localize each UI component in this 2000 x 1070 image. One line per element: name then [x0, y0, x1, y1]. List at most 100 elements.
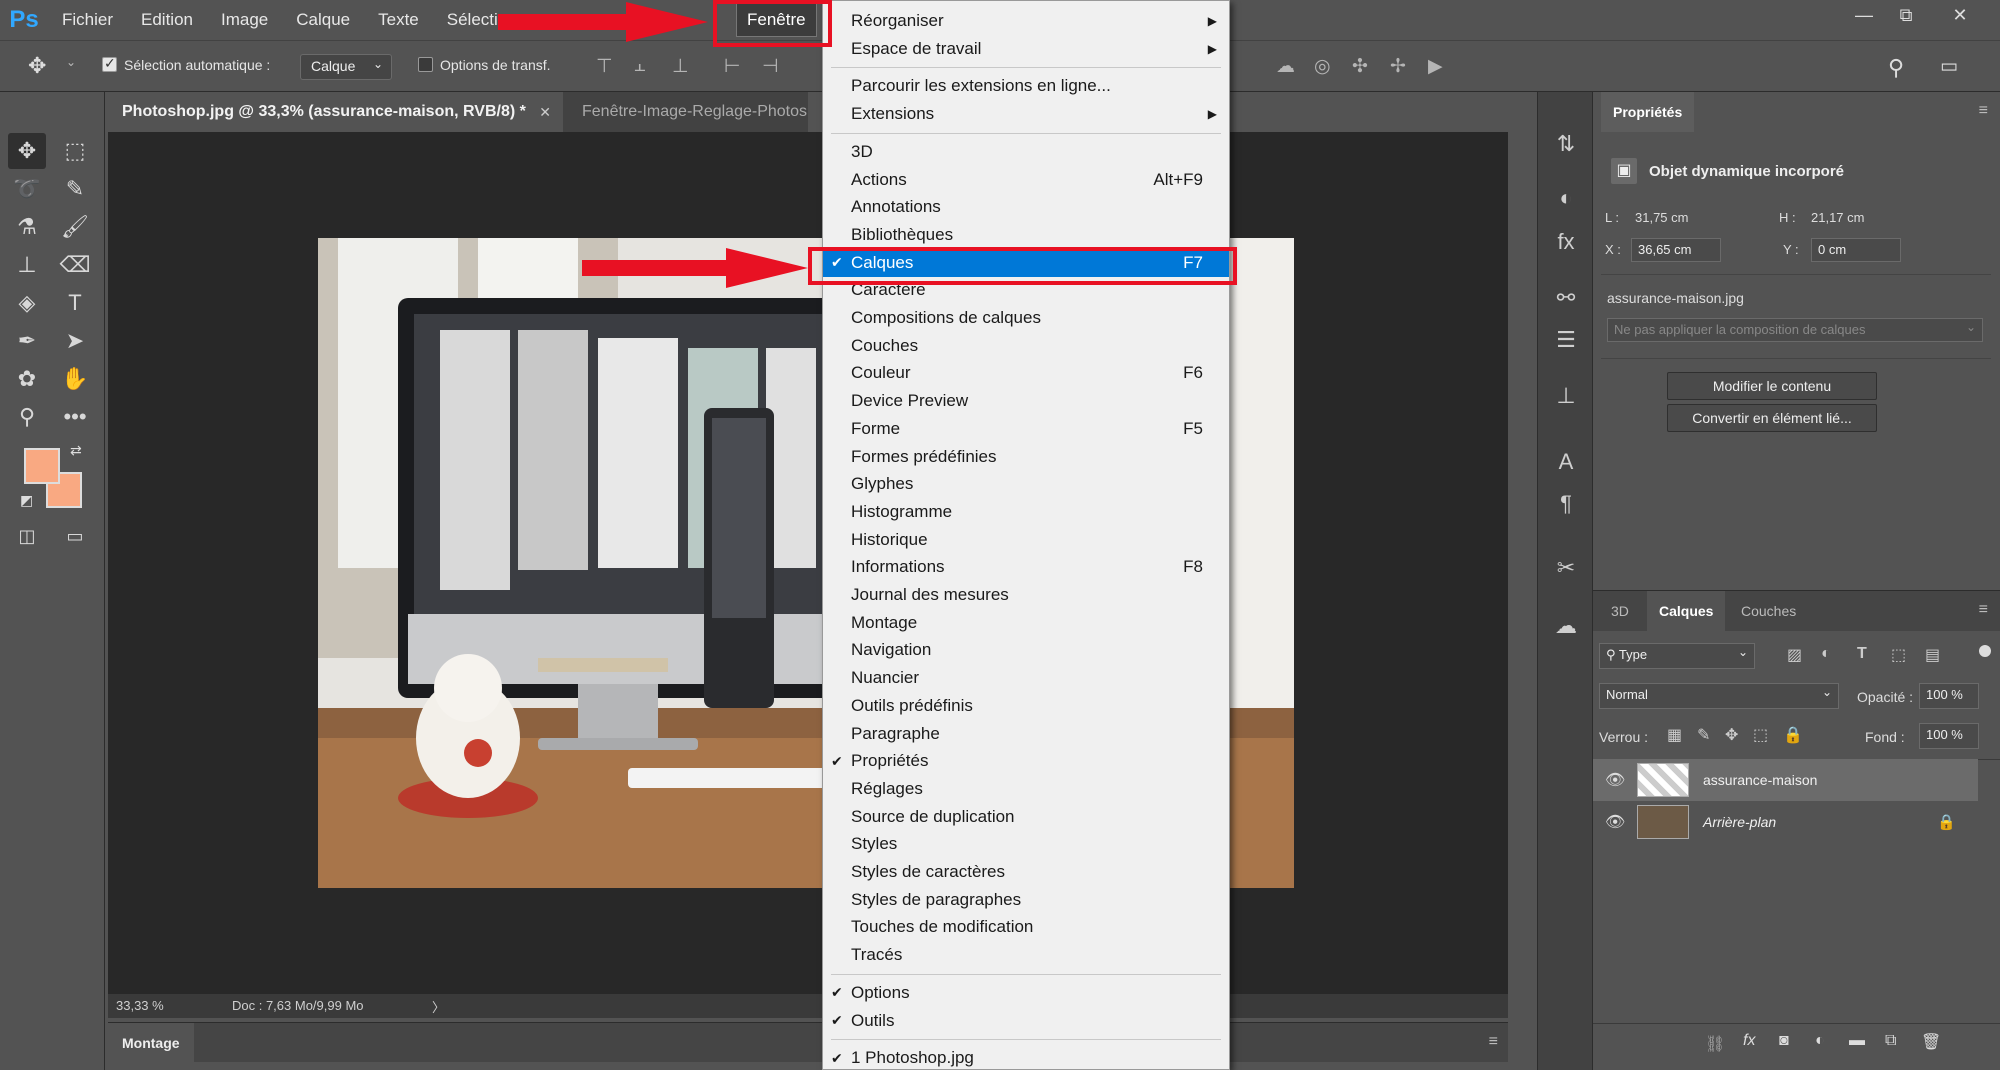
edit-contents-button[interactable]: Modifier le contenu	[1667, 372, 1877, 400]
properties-icon[interactable]: ☰	[1552, 326, 1580, 354]
menu-item-biblioth-ques[interactable]: Bibliothèques	[823, 221, 1229, 249]
character-icon[interactable]: A	[1552, 448, 1580, 476]
menu-item-outils-pr-d-finis[interactable]: Outils prédéfinis	[823, 692, 1229, 720]
lock-pixels-icon[interactable]: ✎	[1697, 725, 1710, 745]
auto-select-dropdown[interactable]: Calque ⌄	[300, 54, 392, 80]
paragraph-icon[interactable]: ¶	[1552, 490, 1580, 518]
link-layers-icon[interactable]: ⛓	[1705, 1034, 1725, 1054]
menu-item-1-photoshop-jpg[interactable]: ✔ 1 Photoshop.jpg	[823, 1044, 1229, 1069]
auto-select-checkbox[interactable]	[102, 55, 117, 72]
styles-icon[interactable]: fx	[1552, 228, 1580, 256]
type-tool-icon[interactable]: T	[56, 285, 94, 321]
panel-menu-icon[interactable]: ≡	[1979, 102, 1988, 120]
new-layer-icon[interactable]: ⧉	[1885, 1032, 1896, 1050]
quick-select-tool-icon[interactable]: ✎	[56, 171, 94, 207]
menu-item-histogramme[interactable]: Histogramme	[823, 498, 1229, 526]
visibility-eye-icon[interactable]: 👁	[1605, 770, 1625, 790]
menu-item-device-preview[interactable]: Device Preview	[823, 387, 1229, 415]
new-group-icon[interactable]: ▬	[1849, 1032, 1865, 1050]
layer-row-assurance-maison[interactable]: 👁 assurance-maison	[1593, 759, 1978, 801]
menu-item-historique[interactable]: Historique	[823, 526, 1229, 554]
menu-item-couleur[interactable]: Couleur F6	[823, 359, 1229, 387]
filter-shape-icon[interactable]: ⬚	[1891, 645, 1906, 665]
layer-name[interactable]: Arrière-plan	[1703, 814, 1776, 830]
restore-button[interactable]: ⧉	[1884, 0, 1928, 30]
menu-item-propri-t-s[interactable]: ✔ Propriétés	[823, 747, 1229, 775]
eyedropper-tool-icon[interactable]: ⚗	[8, 209, 46, 245]
menu-item-couches[interactable]: Couches	[823, 332, 1229, 360]
filter-smart-icon[interactable]: ▤	[1925, 645, 1940, 665]
transform-controls-checkbox[interactable]	[418, 57, 433, 72]
adjustments-icon[interactable]: ◐	[1552, 184, 1580, 212]
menu-item-outils[interactable]: ✔ Outils	[823, 1007, 1229, 1035]
marquee-tool-icon[interactable]: ⬚	[56, 133, 94, 169]
menu-item-nuancier[interactable]: Nuancier	[823, 664, 1229, 692]
timeline-tab[interactable]: Montage	[108, 1023, 194, 1063]
menu-item-styles-de-paragraphes[interactable]: Styles de paragraphes	[823, 886, 1229, 914]
brush-tool-icon[interactable]: 🖌	[56, 209, 94, 245]
layer-comp-dropdown[interactable]: Ne pas appliquer la composition de calqu…	[1607, 318, 1983, 342]
trash-icon[interactable]: 🗑	[1921, 1032, 1941, 1052]
chevron-down-icon[interactable]: ⌄	[66, 55, 76, 69]
panel-menu-icon[interactable]: ≡	[1489, 1033, 1498, 1051]
height-value[interactable]: 21,17 cm	[1811, 210, 1864, 225]
menu-item-compositions-de-calques[interactable]: Compositions de calques	[823, 304, 1229, 332]
move-tool-preset-icon[interactable]: ✥	[28, 53, 46, 79]
add-mask-icon[interactable]: ◙	[1779, 1032, 1789, 1050]
pen-tool-icon[interactable]: ✒	[8, 323, 46, 359]
menu-edition[interactable]: Edition	[127, 0, 207, 40]
panel-menu-icon[interactable]: ≡	[1979, 601, 1988, 619]
tab-photoshop-jpg[interactable]: Photoshop.jpg @ 33,3% (assurance-maison,…	[108, 92, 563, 132]
lasso-tool-icon[interactable]: ➰	[8, 171, 46, 207]
menu-fichier[interactable]: Fichier	[48, 0, 127, 40]
path-select-tool-icon[interactable]: ➤	[56, 323, 94, 359]
stamp-tool-icon[interactable]: ⊥	[8, 247, 46, 283]
3d-scale-icon[interactable]: ▶	[1428, 55, 1443, 78]
menu-item-3d[interactable]: 3D	[823, 138, 1229, 166]
3d-orbit-icon[interactable]: ☁	[1276, 55, 1295, 78]
menu-item-touches-de-modification[interactable]: Touches de modification	[823, 913, 1229, 941]
adjustment-layer-icon[interactable]: ◐	[1815, 1032, 1825, 1050]
menu-item-montage[interactable]: Montage	[823, 609, 1229, 637]
zoom-tool-icon[interactable]: ⚲	[8, 399, 46, 435]
menu-item-paragraphe[interactable]: Paragraphe	[823, 720, 1229, 748]
filter-pixel-icon[interactable]: ▨	[1787, 645, 1802, 665]
align-bottom-icon[interactable]: ⊥	[672, 55, 689, 78]
menu-item-styles-de-caract-res[interactable]: Styles de caractères	[823, 858, 1229, 886]
lock-transparency-icon[interactable]: ▦	[1667, 725, 1682, 745]
screen-mode-icon[interactable]: ▭	[56, 518, 94, 554]
close-icon[interactable]: ✕	[539, 104, 551, 121]
opacity-field[interactable]: 100 %	[1919, 683, 1979, 709]
3d-roll-icon[interactable]: ◎	[1314, 55, 1331, 78]
menu-item-forme[interactable]: Forme F5	[823, 415, 1229, 443]
x-position-field[interactable]: 36,65 cm	[1631, 238, 1721, 262]
close-window-button[interactable]: ✕	[1938, 0, 1982, 30]
workspace-icon[interactable]: ▭	[1940, 55, 1958, 78]
menu-item-parcourir-les-extensions-en-ligne[interactable]: Parcourir les extensions en ligne...	[823, 72, 1229, 100]
align-hcenter-icon[interactable]: ⊣	[762, 55, 779, 78]
menu-item-annotations[interactable]: Annotations	[823, 193, 1229, 221]
foreground-color-swatch[interactable]	[24, 448, 60, 484]
align-left-icon[interactable]: ⊢	[724, 55, 741, 78]
fill-field[interactable]: 100 %	[1919, 723, 1979, 749]
hand-tool-icon[interactable]: ✋	[56, 361, 94, 397]
shape-tool-icon[interactable]: ✿	[8, 361, 46, 397]
layer-row-arriere-plan[interactable]: 👁 Arrière-plan 🔒	[1593, 801, 1978, 843]
brushes-icon[interactable]: ⚯	[1552, 284, 1580, 312]
3d-pan-icon[interactable]: ✣	[1352, 55, 1368, 78]
bucket-tool-icon[interactable]: ◈	[8, 285, 46, 321]
visibility-eye-icon[interactable]: 👁	[1605, 812, 1625, 832]
libraries-icon[interactable]: ☁	[1552, 612, 1580, 640]
filter-adjustment-icon[interactable]: ◐	[1821, 645, 1831, 663]
menu-item-informations[interactable]: Informations F8	[823, 553, 1229, 581]
menu-item-options[interactable]: ✔ Options	[823, 979, 1229, 1007]
convert-to-linked-button[interactable]: Convertir en élément lié...	[1667, 404, 1877, 432]
menu-item-navigation[interactable]: Navigation	[823, 636, 1229, 664]
lock-artboard-icon[interactable]: ⬚	[1753, 725, 1768, 745]
layer-filter-dropdown[interactable]: ⚲ Type ⌄	[1599, 643, 1755, 669]
tab-properties[interactable]: Propriétés	[1601, 92, 1695, 132]
menu-texte[interactable]: Texte	[364, 0, 433, 40]
layer-name[interactable]: assurance-maison	[1703, 772, 1817, 788]
eraser-tool-icon[interactable]: ⌫	[56, 247, 94, 283]
fx-icon[interactable]: fx	[1743, 1032, 1755, 1050]
